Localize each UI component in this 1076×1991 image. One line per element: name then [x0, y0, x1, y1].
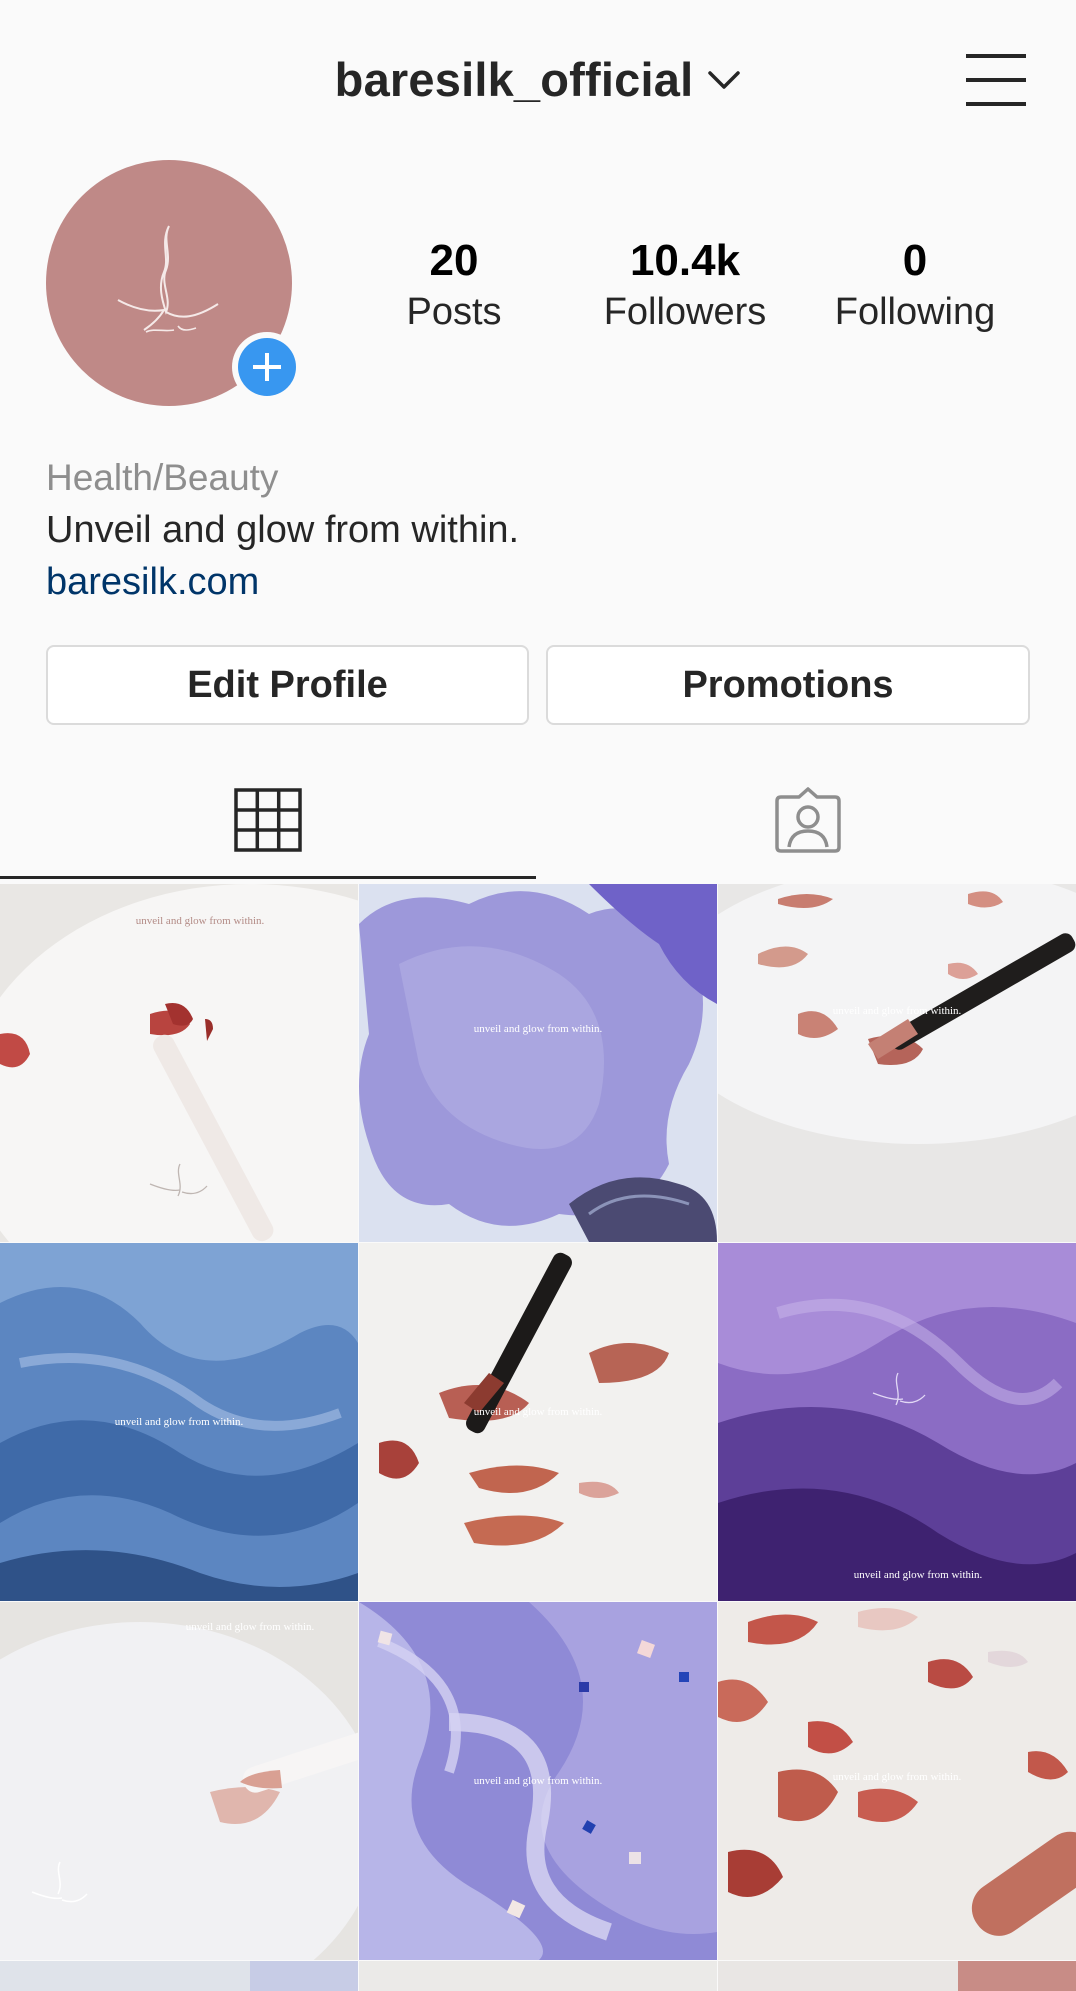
post-tile[interactable]: unveil and glow from within.	[718, 1243, 1076, 1601]
post-tile[interactable]	[0, 1961, 358, 1991]
add-story-button[interactable]	[232, 332, 302, 402]
stat-posts[interactable]: 20 Posts	[344, 236, 564, 338]
post-caption: unveil and glow from within.	[474, 1775, 603, 1787]
post-tile[interactable]: unveil and glow from within.	[359, 1602, 717, 1960]
profile-tabs	[0, 760, 1076, 880]
post-tile[interactable]: unveil and glow from within.	[718, 884, 1076, 1242]
profile-header: baresilk_official	[0, 0, 1076, 160]
post-tile[interactable]: unveil and glow from within.	[0, 884, 358, 1242]
stat-following[interactable]: 0 Following	[805, 236, 1025, 338]
post-caption: unveil and glow from within.	[854, 1569, 983, 1581]
profile-bio: Health/Beauty Unveil and glow from withi…	[46, 452, 1026, 608]
post-tile[interactable]	[718, 1961, 1076, 1991]
avatar-container[interactable]	[46, 160, 302, 408]
promotions-button[interactable]: Promotions	[546, 645, 1030, 725]
post-caption: unveil and glow from within.	[474, 1023, 603, 1035]
post-caption: unveil and glow from within.	[186, 1621, 315, 1633]
post-tile[interactable]: unveil and glow from within.	[359, 1243, 717, 1601]
stat-following-value: 0	[902, 236, 928, 285]
tab-grid[interactable]	[0, 760, 536, 880]
post-caption: unveil and glow from within.	[115, 1416, 244, 1428]
post-tile[interactable]: unveil and glow from within.	[359, 884, 717, 1242]
plus-icon[interactable]	[238, 338, 296, 396]
stat-posts-label: Posts	[406, 291, 502, 333]
post-tile[interactable]	[359, 1961, 717, 1991]
username[interactable]: baresilk_official	[335, 52, 694, 107]
profile-category: Health/Beauty	[46, 457, 279, 498]
tab-tagged[interactable]	[540, 760, 1076, 880]
stat-followers-value: 10.4k	[629, 236, 741, 285]
bio-text: Unveil and glow from within.	[46, 509, 520, 551]
chevron-down-icon[interactable]	[707, 63, 741, 96]
stat-following-label: Following	[834, 291, 996, 333]
website-link[interactable]: baresilk.com	[46, 556, 1026, 608]
edit-profile-button[interactable]: Edit Profile	[46, 645, 529, 725]
stat-posts-value: 20	[429, 236, 479, 285]
account-switcher[interactable]: baresilk_official	[0, 52, 1076, 107]
post-caption: unveil and glow from within.	[833, 1005, 962, 1017]
stat-followers[interactable]: 10.4k Followers	[575, 236, 795, 338]
hamburger-menu-icon[interactable]	[962, 52, 1030, 108]
active-tab-indicator	[0, 876, 536, 879]
post-caption: unveil and glow from within.	[474, 1406, 603, 1418]
post-tile[interactable]: unveil and glow from within.	[0, 1602, 358, 1960]
tagged-person-icon[interactable]	[773, 785, 843, 855]
post-caption: unveil and glow from within.	[833, 1771, 962, 1783]
post-tile[interactable]: unveil and glow from within.	[0, 1243, 358, 1601]
grid-icon[interactable]	[234, 788, 302, 852]
post-caption: unveil and glow from within.	[136, 915, 265, 927]
post-tile[interactable]: unveil and glow from within.	[718, 1602, 1076, 1960]
stat-followers-label: Followers	[603, 291, 767, 333]
